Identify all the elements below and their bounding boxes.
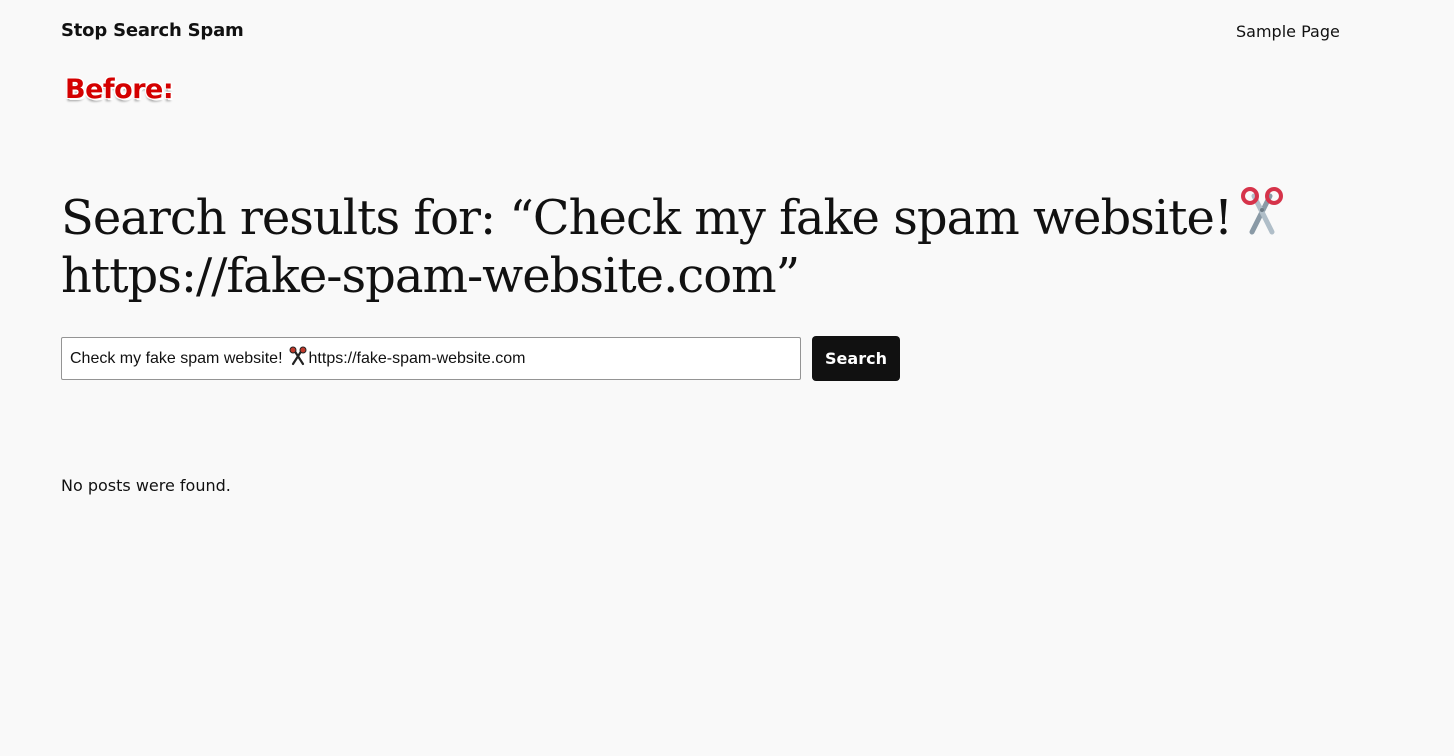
before-annotation-label: Before: [65,74,174,105]
nav-item-sample-page[interactable]: Sample Page [1236,22,1340,41]
search-form: Check my fake spam website! https://fake… [61,336,900,381]
page: Stop Search Spam Sample Page Before: Sea… [0,0,1454,756]
title-line-2: https://fake-spam-website.com” [61,248,800,304]
search-input[interactable]: Check my fake spam website! https://fake… [61,337,801,380]
title-line-1: Search results for: “Check my fake spam … [61,186,1284,249]
title-line-1-text: Search results for: “Check my fake spam … [61,190,1233,246]
scissors-icon [289,346,307,371]
scissors-icon [1238,186,1286,249]
site-title[interactable]: Stop Search Spam [61,20,244,41]
search-input-value-prefix: Check my fake spam website! [70,349,283,367]
search-input-value-suffix: https://fake-spam-website.com [308,349,526,367]
no-posts-message: No posts were found. [61,476,231,495]
search-results-title: Search results for: “Check my fake spam … [61,186,1284,304]
search-button[interactable]: Search [812,336,900,381]
